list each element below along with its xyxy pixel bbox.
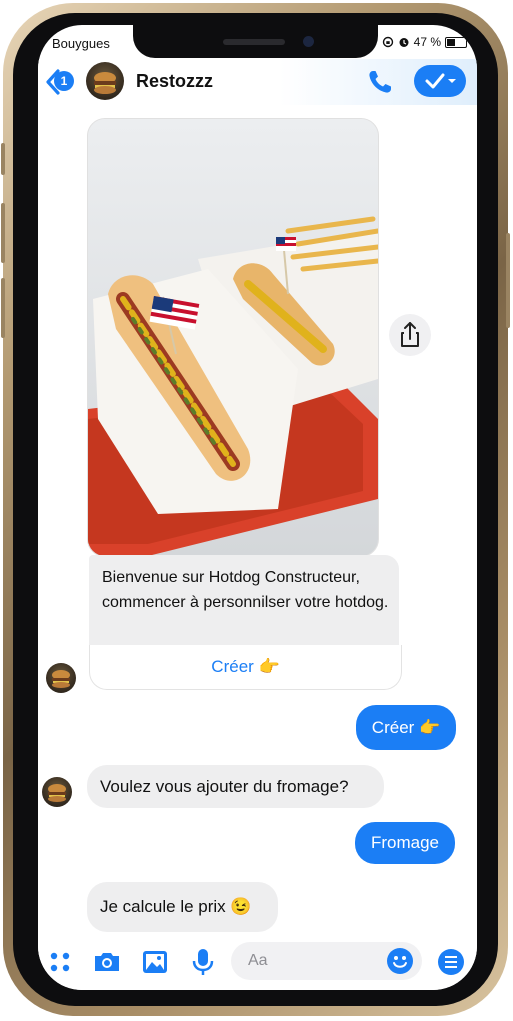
mute-switch [1,143,5,175]
gallery-icon[interactable] [140,947,170,977]
create-button-label: Créer 👉 [211,657,280,676]
volume-up-button [1,203,5,263]
burger-avatar-icon [52,670,70,688]
message-input-placeholder: Aa [248,952,268,969]
welcome-message-text: Bienvenue sur Hotdog Constructeur, comme… [102,569,389,611]
front-camera [303,36,314,47]
microphone-icon[interactable] [188,947,218,977]
chat-header: 1 Restozzz [38,59,477,105]
emoji-icon[interactable] [386,947,414,975]
burger-avatar-icon [94,72,116,94]
contact-avatar[interactable] [86,62,124,100]
unread-count-badge: 1 [54,71,74,91]
create-quick-reply-button[interactable]: Créer 👉 [89,645,402,690]
checkmark-icon [425,73,456,89]
apps-icon[interactable] [45,947,75,977]
menu-icon[interactable] [436,947,466,977]
conversation-title: Restozzz [136,71,214,91]
outgoing-message: Fromage [355,822,455,864]
alarm-icon [399,38,409,47]
volume-down-button [1,278,5,338]
carrier-label: Bouygues [52,36,110,51]
welcome-message-bubble: Bienvenue sur Hotdog Constructeur, comme… [89,555,399,647]
status-right: 47 % [382,35,467,49]
rotation-lock-icon [382,36,393,48]
outgoing-message-text: Fromage [370,833,440,852]
battery-icon [445,36,467,48]
incoming-message-text: Voulez vous ajouter du fromage? [100,777,349,796]
bot-avatar [42,777,72,807]
message-input[interactable]: Aa [231,942,422,980]
camera-icon[interactable] [92,947,122,977]
chevron-down-icon [448,79,456,83]
battery-percentage: 47 % [413,35,441,49]
hotdog-image[interactable] [87,118,379,557]
burger-avatar-icon [48,784,66,802]
share-button[interactable] [389,314,431,356]
message-composer: Aa [38,935,477,990]
side-button [506,233,510,328]
notch [133,25,378,58]
outgoing-message: Créer 👉 [356,705,456,750]
incoming-message: Voulez vous ajouter du fromage? [87,765,384,808]
incoming-message-text: Je calcule le prix 😉 [100,897,252,916]
conversation-action-button[interactable] [414,65,466,97]
incoming-message: Je calcule le prix 😉 [87,882,278,932]
share-icon [401,322,419,347]
phone-icon[interactable] [366,68,394,96]
speaker-grille [223,39,285,45]
screen: Bouygues 47 % 1 Restozzz Bienvenue sur H… [38,25,477,990]
hotdog-photo-illustration [88,119,378,556]
outgoing-message-text: Créer 👉 [371,718,441,737]
bot-avatar [46,663,76,693]
